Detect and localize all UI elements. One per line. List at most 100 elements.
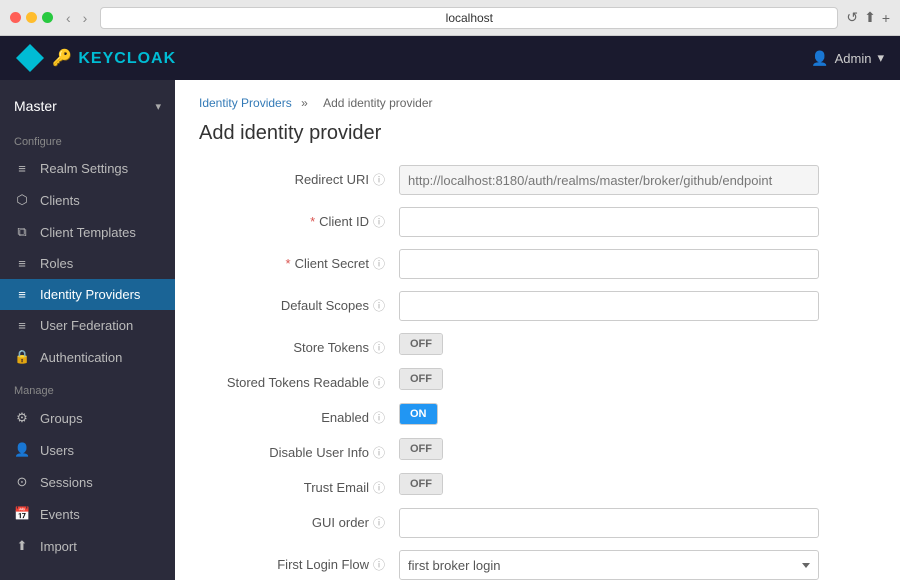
back-button[interactable]: ‹ (61, 8, 76, 28)
first-login-flow-control: first broker loginbrowserdirect grantreg… (399, 550, 819, 580)
store-tokens-toggle[interactable]: OFF (399, 333, 443, 355)
sidebar-item-sessions[interactable]: ⊙ Sessions (0, 466, 175, 498)
form-row-stored-tokens-readable: Stored Tokens Readable ⓘ OFF (199, 368, 876, 391)
default-scopes-input[interactable] (399, 291, 819, 321)
sidebar: Master ▾ Configure ≡ Realm Settings ⬡ Cl… (0, 80, 175, 580)
user-icon: 👤 (811, 50, 828, 67)
reload-button[interactable]: ↺ (846, 9, 858, 26)
disable-user-info-control: OFF (399, 438, 819, 460)
default-scopes-label: Default Scopes ⓘ (199, 291, 399, 314)
sidebar-item-authentication[interactable]: 🔒 Authentication (0, 341, 175, 373)
forward-button[interactable]: › (78, 8, 93, 28)
address-bar[interactable]: localhost (100, 7, 838, 29)
stored-tokens-readable-control: OFF (399, 368, 819, 390)
users-icon: 👤 (14, 442, 30, 458)
client-secret-help-icon[interactable]: ⓘ (373, 255, 385, 272)
disable-user-info-help-icon[interactable]: ⓘ (373, 444, 385, 461)
client-id-control (399, 207, 819, 237)
sidebar-item-events[interactable]: 📅 Events (0, 498, 175, 530)
breadcrumb-current: Add identity provider (323, 96, 432, 110)
authentication-icon: 🔒 (14, 349, 30, 365)
browser-actions: ↺ ⬆ + (846, 9, 890, 26)
redirect-uri-control (399, 165, 819, 195)
share-button[interactable]: ⬆ (864, 9, 876, 26)
form-row-client-secret: * Client Secret ⓘ (199, 249, 876, 279)
sidebar-item-roles[interactable]: ≡ Roles (0, 248, 175, 279)
form-row-first-login-flow: First Login Flow ⓘ first broker loginbro… (199, 550, 876, 580)
sidebar-item-groups[interactable]: ⚙ Groups (0, 402, 175, 434)
client-secret-input[interactable] (399, 249, 819, 279)
sidebar-item-label: Groups (40, 411, 83, 426)
redirect-uri-input (399, 165, 819, 195)
enabled-label: Enabled ⓘ (199, 403, 399, 426)
first-login-flow-select[interactable]: first broker loginbrowserdirect grantreg… (399, 550, 819, 580)
sidebar-item-import[interactable]: ⬆ Import (0, 530, 175, 562)
traffic-lights (10, 12, 53, 23)
close-button[interactable] (10, 12, 21, 23)
gui-order-help-icon[interactable]: ⓘ (373, 514, 385, 531)
required-star: * (310, 214, 315, 229)
default-scopes-help-icon[interactable]: ⓘ (373, 297, 385, 314)
maximize-button[interactable] (42, 12, 53, 23)
trust-email-toggle[interactable]: OFF (399, 473, 443, 495)
first-login-flow-help-icon[interactable]: ⓘ (373, 556, 385, 573)
sessions-icon: ⊙ (14, 474, 30, 490)
client-id-label: * Client ID ⓘ (199, 207, 399, 230)
client-id-input[interactable] (399, 207, 819, 237)
sidebar-item-users[interactable]: 👤 Users (0, 434, 175, 466)
client-secret-control (399, 249, 819, 279)
sidebar-item-label: Events (40, 507, 80, 522)
realm-chevron-icon: ▾ (155, 100, 161, 113)
form-row-default-scopes: Default Scopes ⓘ (199, 291, 876, 321)
sidebar-item-label: Users (40, 443, 74, 458)
form: Redirect URI ⓘ * Client ID ⓘ (199, 165, 876, 580)
admin-menu[interactable]: 👤 Admin ▾ (811, 50, 884, 67)
sidebar-item-client-templates[interactable]: ⧉ Client Templates (0, 216, 175, 248)
trust-email-off[interactable]: OFF (400, 474, 442, 494)
breadcrumb-separator: » (301, 96, 308, 110)
stored-tokens-readable-label: Stored Tokens Readable ⓘ (199, 368, 399, 391)
client-id-help-icon[interactable]: ⓘ (373, 213, 385, 230)
store-tokens-help-icon[interactable]: ⓘ (373, 339, 385, 356)
trust-email-help-icon[interactable]: ⓘ (373, 479, 385, 496)
enabled-toggle[interactable]: ON (399, 403, 438, 425)
stored-tokens-readable-off[interactable]: OFF (400, 369, 442, 389)
identity-providers-icon: ≡ (14, 287, 30, 302)
sidebar-item-label: Sessions (40, 475, 93, 490)
sidebar-item-identity-providers[interactable]: ≡ Identity Providers (0, 279, 175, 310)
client-secret-label: * Client Secret ⓘ (199, 249, 399, 272)
roles-icon: ≡ (14, 256, 30, 271)
logo-accent: 🔑 (52, 50, 73, 67)
disable-user-info-toggle[interactable]: OFF (399, 438, 443, 460)
stored-tokens-readable-toggle[interactable]: OFF (399, 368, 443, 390)
store-tokens-off[interactable]: OFF (400, 334, 442, 354)
form-row-trust-email: Trust Email ⓘ OFF (199, 473, 876, 496)
new-tab-button[interactable]: + (882, 9, 890, 26)
sidebar-item-clients[interactable]: ⬡ Clients (0, 184, 175, 216)
sidebar-item-label: Client Templates (40, 225, 136, 240)
minimize-button[interactable] (26, 12, 37, 23)
top-nav: 🔑 KEYCLOAK 👤 Admin ▾ (0, 36, 900, 80)
stored-tokens-readable-help-icon[interactable]: ⓘ (373, 374, 385, 391)
enabled-help-icon[interactable]: ⓘ (373, 409, 385, 426)
sidebar-item-label: Import (40, 539, 77, 554)
sidebar-item-label: Identity Providers (40, 287, 140, 302)
sidebar-item-label: Realm Settings (40, 161, 128, 176)
enabled-on[interactable]: ON (400, 404, 437, 424)
redirect-uri-help-icon[interactable]: ⓘ (373, 171, 385, 188)
page-title: Add identity provider (199, 122, 876, 145)
gui-order-control (399, 508, 819, 538)
import-icon: ⬆ (14, 538, 30, 554)
first-login-flow-label: First Login Flow ⓘ (199, 550, 399, 573)
realm-selector[interactable]: Master ▾ (0, 88, 175, 124)
breadcrumb-parent-link[interactable]: Identity Providers (199, 96, 292, 110)
sidebar-item-user-federation[interactable]: ≡ User Federation (0, 310, 175, 341)
form-row-client-id: * Client ID ⓘ (199, 207, 876, 237)
groups-icon: ⚙ (14, 410, 30, 426)
logo-icon (16, 44, 44, 72)
sidebar-item-realm-settings[interactable]: ≡ Realm Settings (0, 153, 175, 184)
redirect-uri-label: Redirect URI ⓘ (199, 165, 399, 188)
disable-user-info-off[interactable]: OFF (400, 439, 442, 459)
gui-order-input[interactable] (399, 508, 819, 538)
content-inner: Identity Providers » Add identity provid… (175, 80, 900, 580)
